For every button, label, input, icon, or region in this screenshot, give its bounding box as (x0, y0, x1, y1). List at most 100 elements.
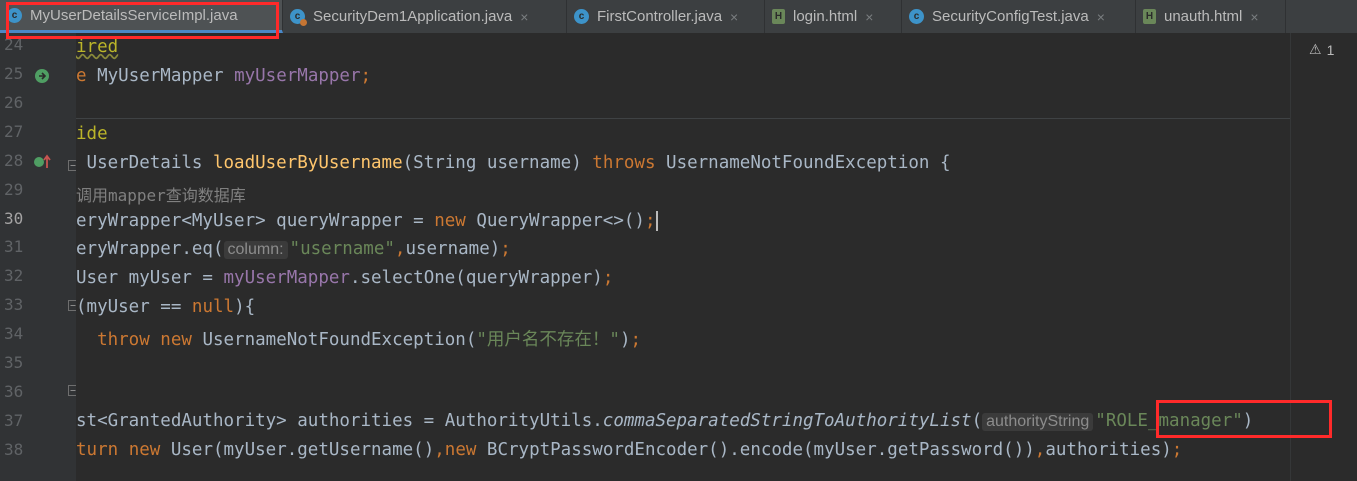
line-number: 26 (4, 93, 24, 112)
method-name: loadUserByUsername (212, 153, 403, 173)
code-line-29: 调用mapper查询数据库 (76, 182, 246, 206)
keyword: turn (76, 440, 129, 460)
html-file-icon: H (1143, 9, 1156, 24)
class-icon: c (909, 9, 924, 24)
tab-securitydem1application[interactable]: c SecurityDem1Application.java × (283, 0, 567, 33)
field-name: myUserMapper (223, 268, 350, 288)
keyword: new (434, 211, 466, 231)
warning-icon: ⚠ (1309, 41, 1322, 57)
type-name: MyUserMapper (86, 66, 235, 86)
code-text: (myUser == (76, 297, 192, 317)
html-file-icon: H (772, 9, 785, 24)
annotation-text: ired (76, 37, 119, 57)
line-number: 31 (4, 237, 24, 256)
code-editor[interactable]: ired e MyUserMapper myUserMapper; ide Us… (76, 33, 1290, 481)
keyword: e (76, 66, 87, 86)
line-number: 32 (4, 266, 24, 285)
code-line-38: turn new User(myUser.getUsername(),new B… (76, 440, 1182, 460)
code-text: ( (971, 411, 983, 431)
string-literal: "用户名不存在！" (476, 330, 620, 350)
code-line-28: UserDetails loadUserByUsername(String us… (76, 153, 951, 173)
inspection-widget[interactable]: ⚠ 1 (1309, 41, 1334, 58)
method-separator (76, 118, 1290, 119)
parameter-hint: column: (223, 241, 288, 259)
code-text: BCryptPasswordEncoder().encode(myUser.ge… (476, 440, 1035, 460)
close-icon[interactable]: × (730, 9, 738, 25)
comma: , (434, 440, 445, 460)
close-icon[interactable]: × (1250, 9, 1258, 25)
line-number: 25 (4, 64, 24, 83)
semicolon: ; (602, 268, 614, 288)
keyword: throws (592, 153, 656, 173)
string-literal: "username" (289, 239, 395, 259)
comma: , (1034, 440, 1046, 460)
tab-label: unauth.html (1164, 8, 1243, 25)
exception-name: UsernameNotFoundException { (655, 153, 951, 173)
code-line-31: eryWrapper.eq(column: "username",username… (76, 239, 511, 259)
text-caret (655, 211, 658, 231)
parameter-hint: authorityString (982, 413, 1094, 431)
code-text: UsernameNotFoundException( (191, 330, 477, 350)
code-line-30: eryWrapper<MyUser> queryWrapper = new Qu… (76, 211, 658, 231)
line-number: 34 (4, 324, 24, 343)
annotation-text: ide (76, 124, 108, 144)
line-number: 27 (4, 122, 24, 141)
code-text: User myUser = (76, 268, 224, 288)
semicolon: ; (500, 239, 511, 259)
comma: , (394, 239, 406, 259)
spring-app-class-icon: c (290, 9, 307, 26)
highlight-box-role-manager (1156, 400, 1332, 438)
code-text: QueryWrapper<>() (465, 211, 645, 231)
tab-firstcontroller[interactable]: c FirstController.java × (567, 0, 765, 33)
keyword: new (128, 440, 161, 460)
line-number: 35 (4, 353, 24, 372)
tab-label: SecurityConfigTest.java (932, 8, 1089, 25)
line-number: 38 (4, 440, 24, 459)
tab-label: login.html (793, 8, 858, 25)
tab-unauth-html[interactable]: H unauth.html × (1136, 0, 1286, 33)
code-text: User(myUser.getUsername() (160, 440, 435, 460)
line-number: 33 (4, 295, 24, 314)
close-icon[interactable]: × (865, 9, 873, 25)
semicolon: ; (644, 211, 656, 231)
code-line-37: st<GrantedAuthority> authorities = Autho… (76, 411, 1253, 431)
code-text: .selectOne(queryWrapper) (349, 268, 603, 288)
tab-label: SecurityDem1Application.java (313, 8, 513, 25)
class-icon: c (574, 9, 589, 24)
code-text: authorities) (1045, 440, 1172, 460)
field-name: myUserMapper (234, 66, 361, 86)
close-icon[interactable]: × (1097, 9, 1105, 25)
line-number: 37 (4, 411, 24, 430)
parameters: (String username) (402, 153, 593, 173)
code-line-25: e MyUserMapper myUserMapper; (76, 66, 371, 86)
keyword: new (444, 440, 477, 460)
code-text: username) (405, 239, 501, 259)
code-text: ){ (234, 297, 256, 317)
code-line-24: ired (76, 37, 118, 57)
tab-securityconfigtest[interactable]: c SecurityConfigTest.java × (902, 0, 1136, 33)
keyword: throw new (97, 330, 192, 350)
close-icon[interactable]: × (520, 9, 528, 25)
bean-navigation-icon[interactable] (33, 67, 51, 85)
tab-login-html[interactable]: H login.html × (765, 0, 902, 33)
keyword: null (191, 297, 235, 317)
method-name: commaSeparatedStringToAuthorityList (602, 411, 972, 431)
code-text: eryWrapper<MyUser> queryWrapper = (76, 211, 435, 231)
code-line-34: throw new UsernameNotFoundException("用户名… (76, 326, 641, 351)
highlight-box-active-tab (6, 2, 279, 39)
semicolon: ; (360, 66, 372, 86)
code-line-32: User myUser = myUserMapper.selectOne(que… (76, 268, 613, 288)
code-line-33: (myUser == null){ (76, 297, 255, 317)
line-number: 36 (4, 382, 24, 401)
line-number-gutter[interactable]: 24 25 26 27 28 29 30 31 32 33 34 35 36 3… (0, 33, 78, 481)
code-line-27: ide (76, 124, 108, 144)
code-text: ) (619, 330, 631, 350)
override-method-icon[interactable] (33, 153, 53, 171)
semicolon: ; (1171, 440, 1183, 460)
line-number: 29 (4, 180, 24, 199)
code-text: st<GrantedAuthority> authorities = Autho… (76, 411, 603, 431)
semicolon: ; (630, 330, 642, 350)
comment: 调用mapper查询数据库 (76, 186, 246, 205)
type-name: UserDetails (76, 153, 213, 173)
warning-count: 1 (1326, 41, 1335, 58)
